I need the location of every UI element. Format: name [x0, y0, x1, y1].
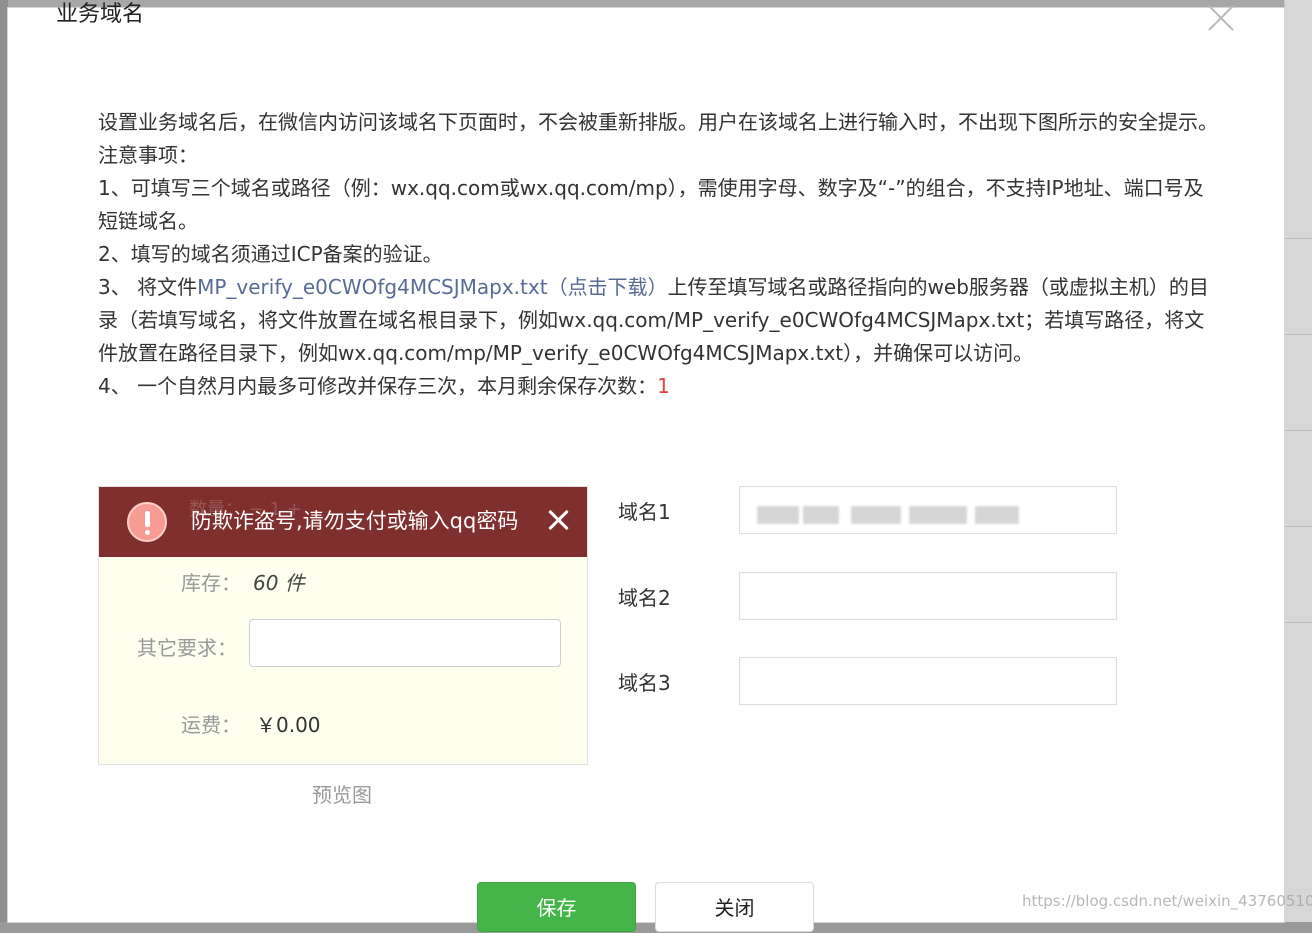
- business-domain-dialog: 业务域名 设置业务域名后，在微信内访问该域名下页面时，不会被重新排版。用户在该域…: [8, 2, 1284, 932]
- stock-label: 库存：: [181, 571, 241, 595]
- download-verify-file-link[interactable]: MP_verify_e0CWOfg4MCSJMapx.txt（点击下载）: [197, 275, 667, 299]
- dialog-title: 业务域名: [56, 2, 145, 27]
- close-icon[interactable]: [1208, 5, 1234, 31]
- domain-3-label: 域名3: [618, 671, 671, 695]
- shipping-fee-label: 运费：: [181, 713, 241, 737]
- backdrop-divider: [1285, 334, 1312, 335]
- save-button[interactable]: 保存: [477, 882, 636, 932]
- stock-value: 60 件: [253, 571, 305, 595]
- warning-text: 防欺诈盗号,请勿支付或输入qq密码: [191, 509, 519, 533]
- page-backdrop-right: [1284, 0, 1312, 922]
- other-requirements-label: 其它要求：: [137, 636, 237, 660]
- dialog-description: 设置业务域名后，在微信内访问该域名下页面时，不会被重新排版。用户在该域名上进行输…: [98, 106, 1223, 403]
- note-item-1: 1、可填写三个域名或路径（例：wx.qq.com或wx.qq.com/mp），需…: [98, 176, 1204, 233]
- note-item-3-prefix: 3、 将文件: [98, 275, 198, 299]
- other-requirements-input-preview: [249, 619, 561, 667]
- preview-caption: 预览图: [312, 783, 372, 807]
- backdrop-divider: [1285, 238, 1312, 239]
- domain-3-input[interactable]: [739, 657, 1117, 705]
- warning-close-icon: [547, 509, 569, 531]
- notes-title: 注意事项：: [98, 143, 198, 167]
- close-button[interactable]: 关闭: [655, 882, 814, 932]
- note-item-2: 2、填写的域名须通过ICP备案的验证。: [98, 242, 443, 266]
- backdrop-divider: [1285, 430, 1312, 431]
- security-warning-banner: 数量： − 1 + 防欺诈盗号,请勿支付或输入qq密码: [99, 487, 587, 557]
- backdrop-divider: [1285, 526, 1312, 527]
- shipping-fee-value: ￥0.00: [256, 713, 321, 737]
- note-item-4: 4、 一个自然月内最多可修改并保存三次，本月剩余保存次数：1: [98, 370, 1223, 403]
- note-item-3: 3、 将文件MP_verify_e0CWOfg4MCSJMapx.txt（点击下…: [98, 271, 1223, 370]
- domain-1-input[interactable]: [739, 486, 1117, 534]
- note-item-4-prefix: 4、 一个自然月内最多可修改并保存三次，本月剩余保存次数：: [98, 374, 658, 398]
- backdrop-divider: [1285, 622, 1312, 623]
- page-backdrop-left: [0, 0, 8, 922]
- domain-1-label: 域名1: [618, 500, 671, 524]
- preview-image: 数量： − 1 + 防欺诈盗号,请勿支付或输入qq密码 库存： 60 件 其它要…: [98, 486, 588, 765]
- warning-icon: [127, 502, 167, 542]
- csdn-watermark: https://blog.csdn.net/weixin_43760510: [1022, 892, 1312, 910]
- domain-2-label: 域名2: [618, 586, 671, 610]
- remaining-save-count: 1: [657, 374, 670, 398]
- domain-2-input[interactable]: [739, 572, 1117, 620]
- description-line-1: 设置业务域名后，在微信内访问该域名下页面时，不会被重新排版。用户在该域名上进行输…: [98, 110, 1218, 134]
